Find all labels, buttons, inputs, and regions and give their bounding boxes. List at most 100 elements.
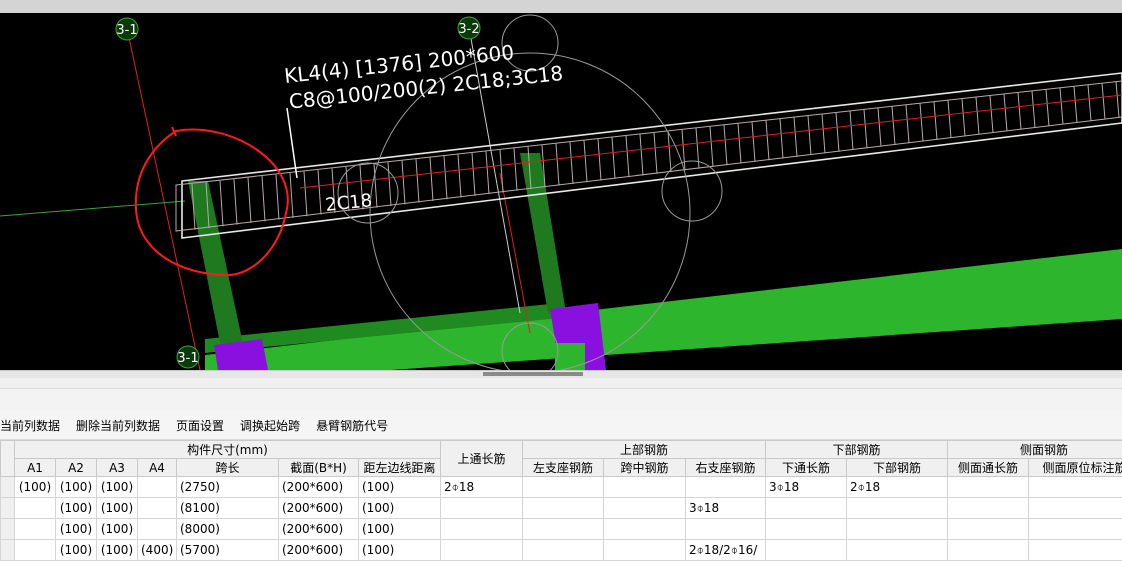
cell-edge[interactable]: (100) [358,518,441,540]
cell-span[interactable]: (8000) [176,518,279,540]
green-post-mid[interactable] [520,153,566,313]
table-row[interactable]: (100) (100) (8000) (200*600) (100) [0,518,1122,540]
cell-bottom-through[interactable] [765,539,847,561]
splitter-grip[interactable] [483,372,583,376]
panel-splitter[interactable] [0,370,1122,378]
header-section[interactable]: 截面(B*H) [278,458,359,477]
cell-side-inplace[interactable] [1028,476,1122,498]
header-a1[interactable]: A1 [14,458,56,477]
cell-bottom-through[interactable] [765,518,847,540]
cell-right[interactable]: 2⌽18/2⌽16/ [685,539,766,561]
header-edge-distance[interactable]: 距左边线距离 [358,458,441,477]
cell-a1[interactable] [14,518,56,540]
cell-span[interactable]: (5700) [176,539,279,561]
row-header-cell[interactable] [0,476,15,498]
header-side-inplace[interactable]: 侧面原位标注筋 [1028,458,1122,477]
cell-section[interactable]: (200*600) [278,497,359,519]
cell-span[interactable]: (8100) [176,497,279,519]
cell-a3[interactable]: (100) [96,476,138,498]
current-column-data-button[interactable]: 当前列数据 [0,417,68,434]
header-a3[interactable]: A3 [96,458,138,477]
cell-section[interactable]: (200*600) [278,518,359,540]
cell-a1[interactable] [14,497,56,519]
page-setup-button[interactable]: 页面设置 [176,417,232,434]
cell-a1[interactable]: (100) [14,476,56,498]
cell-left[interactable] [522,539,604,561]
cell-side-inplace[interactable] [1028,539,1122,561]
cad-viewport[interactable]: 3-1 3-2 3-1 KL4(4) [1376] 200*600 C8@100… [0,13,1122,370]
cell-side-through[interactable] [947,518,1030,540]
cell-mid[interactable] [603,539,686,561]
table-row[interactable]: (100) (100) (100) (2750) (200*600) (100) 2⌽18 3… [0,476,1122,498]
cell-edge[interactable]: (100) [358,476,441,498]
green-post-left[interactable] [188,181,245,353]
cell-bottom-through[interactable] [765,497,847,519]
cell-a3[interactable]: (100) [96,539,138,561]
cell-a2[interactable]: (100) [55,518,97,540]
cell-left[interactable] [522,476,604,498]
header-left-support[interactable]: 左支座钢筋 [522,458,604,477]
cell-right[interactable] [685,476,766,498]
cell-bottom[interactable] [845,518,949,540]
cell-mid[interactable] [603,497,686,519]
delete-current-column-button[interactable]: 删除当前列数据 [76,417,168,434]
cell-a4[interactable] [137,497,177,519]
cell-top-through[interactable] [440,518,523,540]
cell-bottom[interactable]: 2⌽18 [845,476,949,498]
cell-section[interactable]: (200*600) [278,539,359,561]
header-bottom-rebar[interactable]: 下部钢筋 [845,458,949,477]
cell-a3[interactable]: (100) [96,518,138,540]
table-row[interactable]: (100) (100) (8100) (200*600) (100) 3⌽18 [0,497,1122,519]
cell-edge[interactable]: (100) [358,497,441,519]
cell-right[interactable]: 3⌽18 [685,497,766,519]
cell-a3[interactable]: (100) [96,497,138,519]
row-header-cell[interactable] [0,539,15,561]
cell-right[interactable] [685,518,766,540]
cell-mid[interactable] [603,476,686,498]
cell-section[interactable]: (200*600) [278,476,359,498]
cell-a4[interactable] [137,518,177,540]
cell-top-through[interactable]: 2⌽18 [440,476,523,498]
cell-a1[interactable] [14,539,56,561]
row-header-cell[interactable] [0,518,15,540]
cell-left[interactable] [522,497,604,519]
cell-edge[interactable]: (100) [358,539,441,561]
header-side-through[interactable]: 侧面通长筋 [947,458,1030,477]
cantilever-rebar-code-button[interactable]: 悬臂钢筋代号 [316,417,396,434]
cell-bottom-through[interactable]: 3⌽18 [765,476,847,498]
axis-badge-3-1-top[interactable]: 3-1 [115,17,139,41]
cell-side-inplace[interactable] [1028,497,1122,519]
cell-bottom[interactable] [845,497,949,519]
cell-bottom[interactable] [845,539,949,561]
axis-badge-3-2-top[interactable]: 3-2 [457,16,481,40]
cell-side-through[interactable] [947,476,1030,498]
header-mid-span[interactable]: 跨中钢筋 [603,458,686,477]
inplace-rebar-label[interactable]: 2C18 [324,190,373,216]
axis-badge-3-1-bottom[interactable]: 3-1 [176,345,200,369]
cell-side-through[interactable] [947,497,1030,519]
cell-a4[interactable] [137,476,177,498]
swap-start-span-button[interactable]: 调换起始跨 [240,417,308,434]
row-header-cell[interactable] [0,497,15,519]
cell-top-through[interactable] [440,539,523,561]
stirrup [1115,81,1120,118]
cell-a2[interactable]: (100) [55,476,97,498]
cell-span[interactable]: (2750) [176,476,279,498]
cad-scene[interactable]: 3-1 3-2 3-1 KL4(4) [1376] 200*600 C8@100… [0,13,1122,370]
cell-a2[interactable]: (100) [55,539,97,561]
cell-a2[interactable]: (100) [55,497,97,519]
green-beam-lower[interactable] [205,249,1122,370]
cell-a4[interactable]: (400) [137,539,177,561]
cell-top-through[interactable] [440,497,523,519]
cell-side-inplace[interactable] [1028,518,1122,540]
cell-side-through[interactable] [947,539,1030,561]
cell-left[interactable] [522,518,604,540]
header-a2[interactable]: A2 [55,458,97,477]
header-span-length[interactable]: 跨长 [176,458,279,477]
table-row[interactable]: (100) (100) (400) (5700) (200*600) (100) 2⌽18/… [0,539,1122,561]
header-a4[interactable]: A4 [137,458,177,477]
header-bottom-through[interactable]: 下通长筋 [765,458,847,477]
cell-mid[interactable] [603,518,686,540]
header-right-support[interactable]: 右支座钢筋 [685,458,766,477]
header-top-through[interactable]: 上通长筋 [440,440,523,477]
